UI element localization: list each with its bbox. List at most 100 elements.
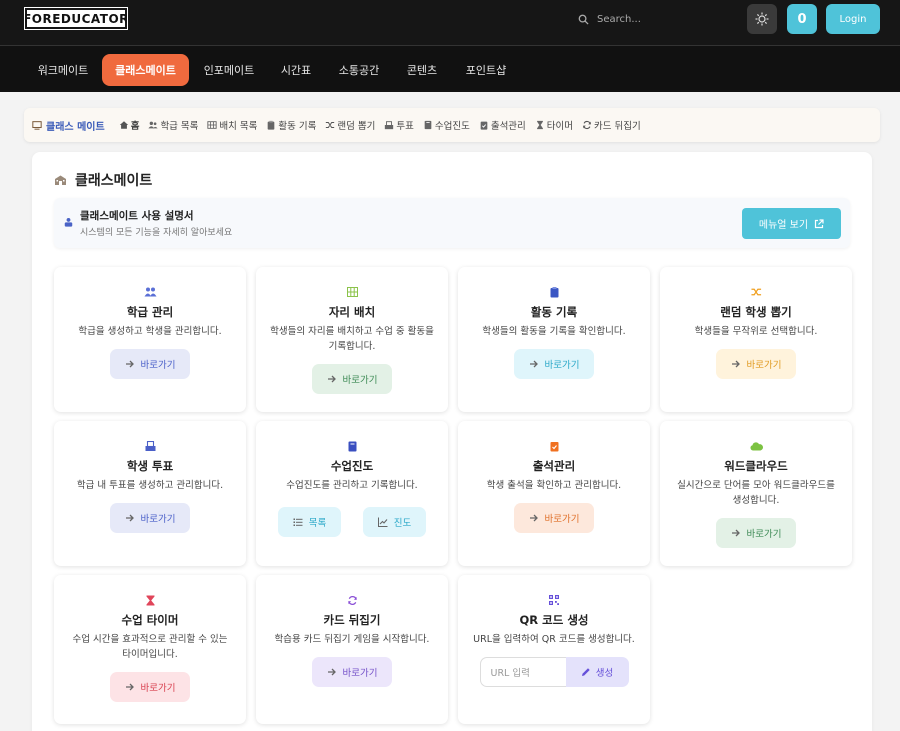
breadcrumb-class-list[interactable]: 학급 목록: [148, 118, 198, 132]
card-title: 워드클라우드: [724, 459, 788, 473]
go-button[interactable]: 바로가기: [514, 349, 594, 379]
go-button-label: 바로가기: [342, 375, 378, 386]
nav-item-pointshop[interactable]: 포인트샵: [454, 54, 518, 86]
search-input[interactable]: Search...: [578, 11, 641, 27]
top-bar: FOREDUCATOR Search... 0 Login: [0, 0, 900, 45]
list-button-label: 목록: [308, 518, 327, 529]
nav-item-community[interactable]: 소통공간: [328, 54, 390, 86]
breadcrumb-timer[interactable]: 타이머: [535, 118, 573, 132]
nav-item-workmate[interactable]: 워크메이트: [27, 54, 99, 86]
cloud-icon: [750, 442, 763, 451]
list-button[interactable]: 목록: [278, 507, 341, 537]
progress-button[interactable]: 진도: [363, 507, 426, 537]
go-button-label: 바로가기: [140, 360, 176, 371]
card-lesson-progress: 수업진도 수업진도를 관리하고 기록합니다. 목록 진도: [256, 421, 448, 566]
go-button[interactable]: 바로가기: [110, 672, 190, 702]
breadcrumb-card-flip[interactable]: 카드 뒤집기: [582, 118, 641, 132]
main-panel: 클래스메이트 클래스메이트 사용 설명서 시스템의 모든 기능을 자세히 알아보…: [32, 152, 872, 731]
clipboard-icon: [268, 120, 275, 130]
nav-item-infomate[interactable]: 인포메이트: [193, 54, 265, 86]
logo[interactable]: FOREDUCATOR: [23, 7, 128, 30]
breadcrumb-vote[interactable]: 투표: [384, 118, 414, 132]
go-button[interactable]: 바로가기: [110, 349, 190, 379]
manual-button[interactable]: 메뉴얼 보기: [742, 208, 841, 239]
manual-button-label: 메뉴얼 보기: [758, 220, 809, 231]
card-description: 학급 내 투표를 생성하고 관리합니다.: [76, 480, 224, 491]
breadcrumb-activity-log[interactable]: 활동 기록: [266, 118, 316, 132]
go-button-label: 바로가기: [140, 514, 176, 525]
breadcrumb-brand[interactable]: 클래스 메이트: [32, 118, 105, 133]
arrow-right-icon: [327, 375, 336, 383]
go-button-label: 바로가기: [140, 683, 176, 694]
go-button[interactable]: 바로가기: [716, 349, 796, 379]
url-input[interactable]: URL 입력: [479, 657, 566, 687]
grid-icon: [346, 287, 358, 297]
nav-item-classmate[interactable]: 클래스메이트: [102, 54, 189, 86]
card-attendance: 출석관리 학생 출석을 확인하고 관리합니다. 바로가기: [458, 421, 650, 566]
school-icon: [55, 175, 66, 185]
breadcrumb-seat-list-label: 배치 목록: [219, 121, 258, 132]
progress-button-label: 진도: [393, 518, 412, 529]
breadcrumb: 클래스 메이트 홈 학급 목록 배치 목록 활동 기록 랜덤 뽑기 투표 수업진…: [24, 108, 880, 142]
clipboard-check-icon: [550, 442, 558, 452]
breadcrumb-seat-list[interactable]: 배치 목록: [207, 118, 257, 132]
sun-icon: [755, 12, 769, 26]
nav-item-timetable[interactable]: 시간표: [268, 54, 324, 86]
go-button[interactable]: 바로가기: [312, 364, 392, 394]
manual-banner: 클래스메이트 사용 설명서 시스템의 모든 기능을 자세히 알아보세요 메뉴얼 …: [54, 198, 850, 248]
card-card-flip: 카드 뒤집기 학습용 카드 뒤집기 게임을 시작합니다. 바로가기: [256, 575, 448, 724]
page-title: 클래스메이트: [54, 170, 152, 190]
card-description: URL을 입력하여 QR 코드를 생성합니다.: [473, 634, 635, 645]
breadcrumb-home[interactable]: 홈: [119, 118, 139, 132]
card-title: 수업진도: [330, 459, 374, 473]
go-button[interactable]: 바로가기: [514, 503, 594, 533]
card-random-pick: 랜덤 학생 뽑기 학생들을 무작위로 선택합니다. 바로가기: [660, 267, 852, 412]
shuffle-icon: [750, 288, 761, 296]
clipboard-check-icon: [480, 121, 488, 130]
arrow-right-icon: [327, 668, 336, 676]
grid-icon: [207, 121, 218, 129]
go-button-label: 바로가기: [746, 360, 782, 371]
login-button[interactable]: Login: [826, 4, 880, 34]
hourglass-icon: [536, 120, 543, 130]
count-badge-button[interactable]: 0: [787, 4, 817, 34]
breadcrumb-attendance[interactable]: 출석관리: [479, 118, 526, 132]
breadcrumb-card-flip-label: 카드 뒤집기: [594, 121, 641, 132]
card-word-cloud: 워드클라우드 실시간으로 단어를 모아 워드클라우드를 생성합니다. 바로가기: [660, 421, 852, 566]
nav-item-contents[interactable]: 콘텐츠: [394, 54, 450, 86]
clipboard-icon: [550, 287, 558, 298]
arrow-right-icon: [125, 683, 134, 691]
chalkboard-icon: [32, 121, 42, 130]
breadcrumb-vote-label: 투표: [396, 121, 414, 132]
card-description: 학생 출석을 확인하고 관리합니다.: [486, 480, 622, 491]
card-title: QR 코드 생성: [519, 613, 589, 627]
book-icon: [348, 441, 356, 452]
card-description: 학생들의 자리를 배치하고 수업 중 활동을 기록합니다.: [270, 326, 434, 352]
users-icon: [148, 121, 159, 129]
card-description: 학생들을 무작위로 선택합니다.: [694, 326, 818, 337]
breadcrumb-random-pick-label: 랜덤 뽑기: [337, 121, 376, 132]
arrow-right-icon: [529, 360, 538, 368]
card-title: 학급 관리: [126, 305, 174, 319]
go-button[interactable]: 바로가기: [110, 503, 190, 533]
breadcrumb-random-pick[interactable]: 랜덤 뽑기: [325, 118, 375, 132]
search-icon: [578, 14, 589, 25]
generate-button[interactable]: 생성: [565, 657, 629, 687]
search-placeholder: Search...: [597, 13, 641, 25]
chart-line-icon: [377, 517, 388, 527]
vote-icon: [385, 121, 394, 130]
card-activity-log: 활동 기록 학생들의 활동을 기록을 확인합니다. 바로가기: [458, 267, 650, 412]
arrow-right-icon: [529, 514, 538, 522]
go-button[interactable]: 바로가기: [716, 518, 796, 548]
card-title: 학생 투표: [126, 459, 174, 473]
card-title: 활동 기록: [530, 305, 578, 319]
card-qr-generator: QR 코드 생성 URL을 입력하여 QR 코드를 생성합니다. URL 입력 …: [458, 575, 650, 724]
generate-button-label: 생성: [595, 668, 614, 679]
arrow-right-icon: [731, 529, 740, 537]
go-button[interactable]: 바로가기: [312, 657, 392, 687]
theme-toggle-button[interactable]: [747, 4, 777, 34]
card-description: 학급을 생성하고 학생을 관리합니다.: [78, 326, 222, 337]
list-icon: [293, 518, 303, 526]
breadcrumb-progress[interactable]: 수업진도: [423, 118, 470, 132]
go-button-label: 바로가기: [342, 668, 378, 679]
